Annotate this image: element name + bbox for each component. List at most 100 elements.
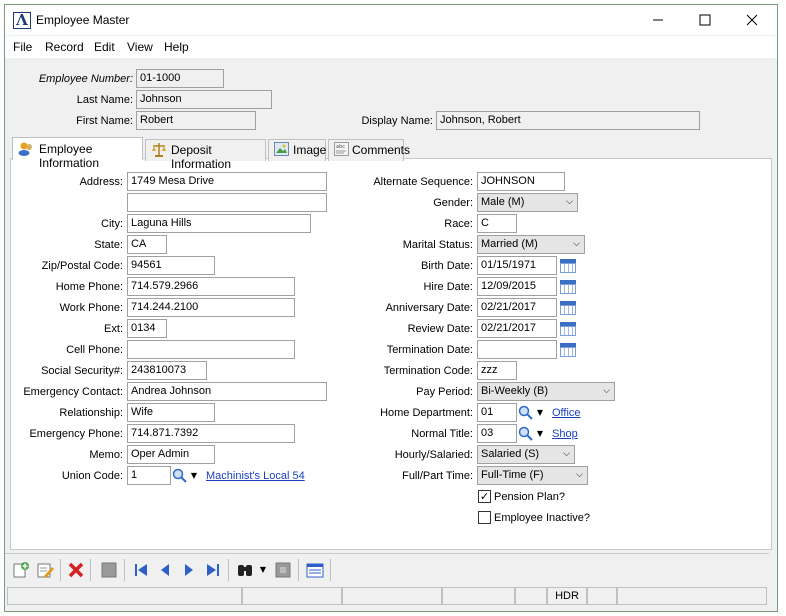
status-cell (617, 587, 767, 605)
normal-title-link[interactable]: Shop (552, 428, 578, 440)
home-department-field[interactable]: 01 (477, 403, 517, 422)
memo-field[interactable]: Oper Admin (127, 445, 215, 464)
home-phone-field[interactable]: 714.579.2966 (127, 277, 295, 296)
birth-date-field[interactable]: 01/15/1971 (477, 256, 557, 275)
marital-status-select[interactable]: Married (M) ⌵ (477, 235, 585, 254)
last-name-field[interactable]: Johnson (136, 90, 272, 109)
pay-period-select[interactable]: Bi-Weekly (B) ⌵ (477, 382, 615, 401)
employee-inactive-label: Employee Inactive? (494, 512, 590, 524)
maximize-button[interactable] (682, 5, 728, 35)
anniversary-date-field[interactable]: 02/21/2017 (477, 298, 557, 317)
alternate-sequence-field[interactable]: JOHNSON (477, 172, 565, 191)
home-department-label: Home Department: (380, 407, 473, 419)
termination-code-label: Termination Code: (383, 365, 473, 377)
full-part-time-select[interactable]: Full-Time (F) ⌵ (477, 466, 588, 485)
last-record-icon[interactable] (204, 561, 222, 579)
hourly-salaried-select[interactable]: Salaried (S) ⌵ (477, 445, 575, 464)
list-view-icon[interactable] (306, 561, 324, 579)
find-binoculars-icon[interactable] (236, 561, 254, 579)
calendar-icon[interactable] (560, 301, 576, 315)
gender-select[interactable]: Male (M) ⌵ (477, 193, 578, 212)
emergency-contact-field[interactable]: Andrea Johnson (127, 382, 327, 401)
calendar-icon[interactable] (560, 280, 576, 294)
review-date-field[interactable]: 02/21/2017 (477, 319, 557, 338)
address-label: Address: (79, 176, 123, 188)
toolbar-separator (330, 559, 331, 581)
find-dropdown-icon[interactable]: ▼ (258, 562, 268, 578)
save-record-icon[interactable] (100, 561, 118, 579)
address-line1-field[interactable]: 1749 Mesa Drive (127, 172, 327, 191)
minimize-button[interactable] (635, 5, 681, 35)
new-record-icon[interactable] (12, 561, 30, 579)
display-name-field[interactable]: Johnson, Robert (436, 111, 700, 130)
review-date-label: Review Date: (407, 323, 473, 335)
pay-period-value: Bi-Weekly (B) (481, 385, 549, 397)
union-code-field[interactable]: 1 (127, 466, 171, 485)
edit-record-icon[interactable] (36, 561, 54, 579)
previous-record-icon[interactable] (156, 561, 174, 579)
menu-edit[interactable]: Edit (94, 40, 115, 54)
zip-label: Zip/Postal Code: (41, 260, 123, 272)
normal-title-search-icon[interactable] (518, 426, 534, 442)
memo-label: Memo: (89, 449, 123, 461)
ssn-label: Social Security#: (41, 365, 123, 377)
marital-value: Married (M) (481, 238, 538, 250)
normal-title-dropdown-icon[interactable]: ▼ (535, 426, 545, 442)
marital-status-label: Marital Status: (402, 239, 473, 251)
union-link[interactable]: Machinist's Local 54 (206, 470, 305, 482)
title-bar: Λ Employee Master (5, 5, 777, 35)
pension-plan-checkbox[interactable]: ✓ (478, 490, 491, 503)
state-field[interactable]: CA (127, 235, 167, 254)
pay-period-label: Pay Period: (416, 386, 473, 398)
normal-title-field[interactable]: 03 (477, 424, 517, 443)
ext-field[interactable]: 0134 (127, 319, 167, 338)
termination-date-field[interactable] (477, 340, 557, 359)
tab-comments[interactable]: abc Comments (328, 139, 410, 161)
home-department-link[interactable]: Office (552, 407, 581, 419)
tab-label: Image (293, 143, 327, 157)
calendar-icon[interactable] (560, 322, 576, 336)
tab-deposit-information[interactable]: Deposit Information (145, 139, 266, 171)
employee-number-field[interactable]: 01-1000 (136, 69, 224, 88)
tab-label: Employee Information (39, 142, 100, 170)
zip-field[interactable]: 94561 (127, 256, 215, 275)
menu-file[interactable]: File (13, 40, 32, 54)
state-label: State: (94, 239, 123, 251)
city-field[interactable]: Laguna Hills (127, 214, 311, 233)
calendar-icon[interactable] (560, 343, 576, 357)
report-icon[interactable] (274, 561, 292, 579)
first-name-field[interactable]: Robert (136, 111, 256, 130)
home-department-dropdown-icon[interactable]: ▼ (535, 405, 545, 421)
text-abc-icon: abc (334, 142, 349, 156)
union-lookup-search-icon[interactable] (172, 468, 188, 484)
relationship-field[interactable]: Wife (127, 403, 215, 422)
svg-text:abc: abc (336, 144, 345, 150)
tab-employee-information[interactable]: Employee Information (12, 137, 143, 170)
tab-image[interactable]: Image (268, 139, 326, 161)
address-line2-field[interactable] (127, 193, 327, 212)
toolbar-separator (90, 559, 91, 581)
toolbar-separator (298, 559, 299, 581)
race-field[interactable]: C (477, 214, 517, 233)
home-department-search-icon[interactable] (518, 405, 534, 421)
union-dropdown-arrow-icon[interactable]: ▼ (189, 468, 199, 484)
first-name-label: First Name: (76, 115, 133, 127)
status-cell (242, 587, 342, 605)
cell-phone-field[interactable] (127, 340, 295, 359)
menu-record[interactable]: Record (45, 40, 84, 54)
first-record-icon[interactable] (132, 561, 150, 579)
menu-help[interactable]: Help (164, 40, 189, 54)
fullpart-value: Full-Time (F) (481, 469, 544, 481)
close-button[interactable] (729, 5, 775, 35)
menu-view[interactable]: View (127, 40, 153, 54)
next-record-icon[interactable] (180, 561, 198, 579)
emergency-phone-field[interactable]: 714.871.7392 (127, 424, 295, 443)
ssn-field[interactable]: 243810073 (127, 361, 207, 380)
termination-code-field[interactable]: zzz (477, 361, 517, 380)
hire-date-field[interactable]: 12/09/2015 (477, 277, 557, 296)
employee-inactive-checkbox[interactable] (478, 511, 491, 524)
calendar-icon[interactable] (560, 259, 576, 273)
work-phone-field[interactable]: 714.244.2100 (127, 298, 295, 317)
toolbar-separator (124, 559, 125, 581)
delete-record-icon[interactable] (67, 561, 85, 579)
